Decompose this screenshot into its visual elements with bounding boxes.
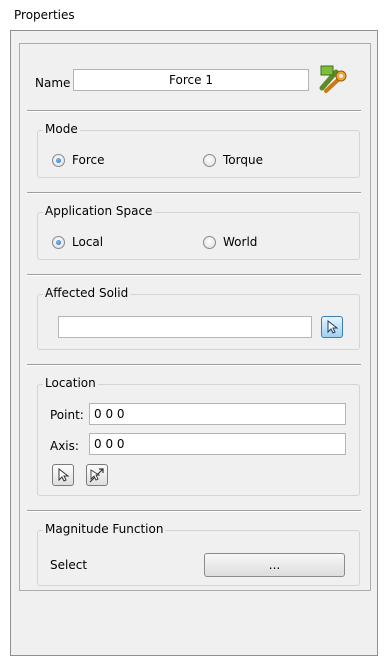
separator — [27, 110, 361, 112]
select-label: Select — [50, 558, 88, 572]
pick-solid-button[interactable] — [321, 316, 343, 338]
affected-solid-legend: Affected Solid — [43, 286, 131, 300]
pick-point-button[interactable] — [52, 464, 74, 486]
axis-label: Axis: — [50, 439, 79, 453]
point-label: Point: — [50, 408, 84, 422]
axis-input[interactable]: 0 0 0 — [89, 433, 346, 455]
wrench-tool-icon[interactable] — [316, 62, 348, 96]
radio-force-label[interactable]: Force — [72, 153, 104, 167]
location-legend: Location — [43, 376, 98, 390]
radio-local[interactable] — [52, 236, 65, 249]
radio-torque-label[interactable]: Torque — [223, 153, 263, 167]
radio-world[interactable] — [203, 236, 216, 249]
separator — [27, 510, 361, 512]
magnitude-legend: Magnitude Function — [43, 522, 166, 536]
radio-force[interactable] — [52, 154, 65, 167]
axis-pick-icon — [89, 468, 104, 483]
radio-torque[interactable] — [203, 154, 216, 167]
name-field[interactable]: Force 1 — [73, 69, 309, 91]
mode-legend: Mode — [43, 122, 80, 136]
separator — [27, 274, 361, 276]
separator — [27, 364, 361, 366]
affected-solid-input[interactable] — [58, 316, 312, 338]
pick-cursor-icon — [327, 319, 339, 334]
panel-title: Properties — [14, 8, 75, 22]
name-label: Name — [35, 76, 71, 90]
point-input[interactable]: 0 0 0 — [89, 403, 346, 425]
pick-axis-button[interactable] — [86, 464, 108, 486]
pick-cursor-icon — [58, 467, 70, 482]
select-function-button[interactable]: ... — [204, 553, 345, 577]
radio-local-label[interactable]: Local — [72, 235, 103, 249]
separator — [27, 192, 361, 194]
radio-world-label[interactable]: World — [223, 235, 257, 249]
application-space-legend: Application Space — [43, 204, 155, 218]
